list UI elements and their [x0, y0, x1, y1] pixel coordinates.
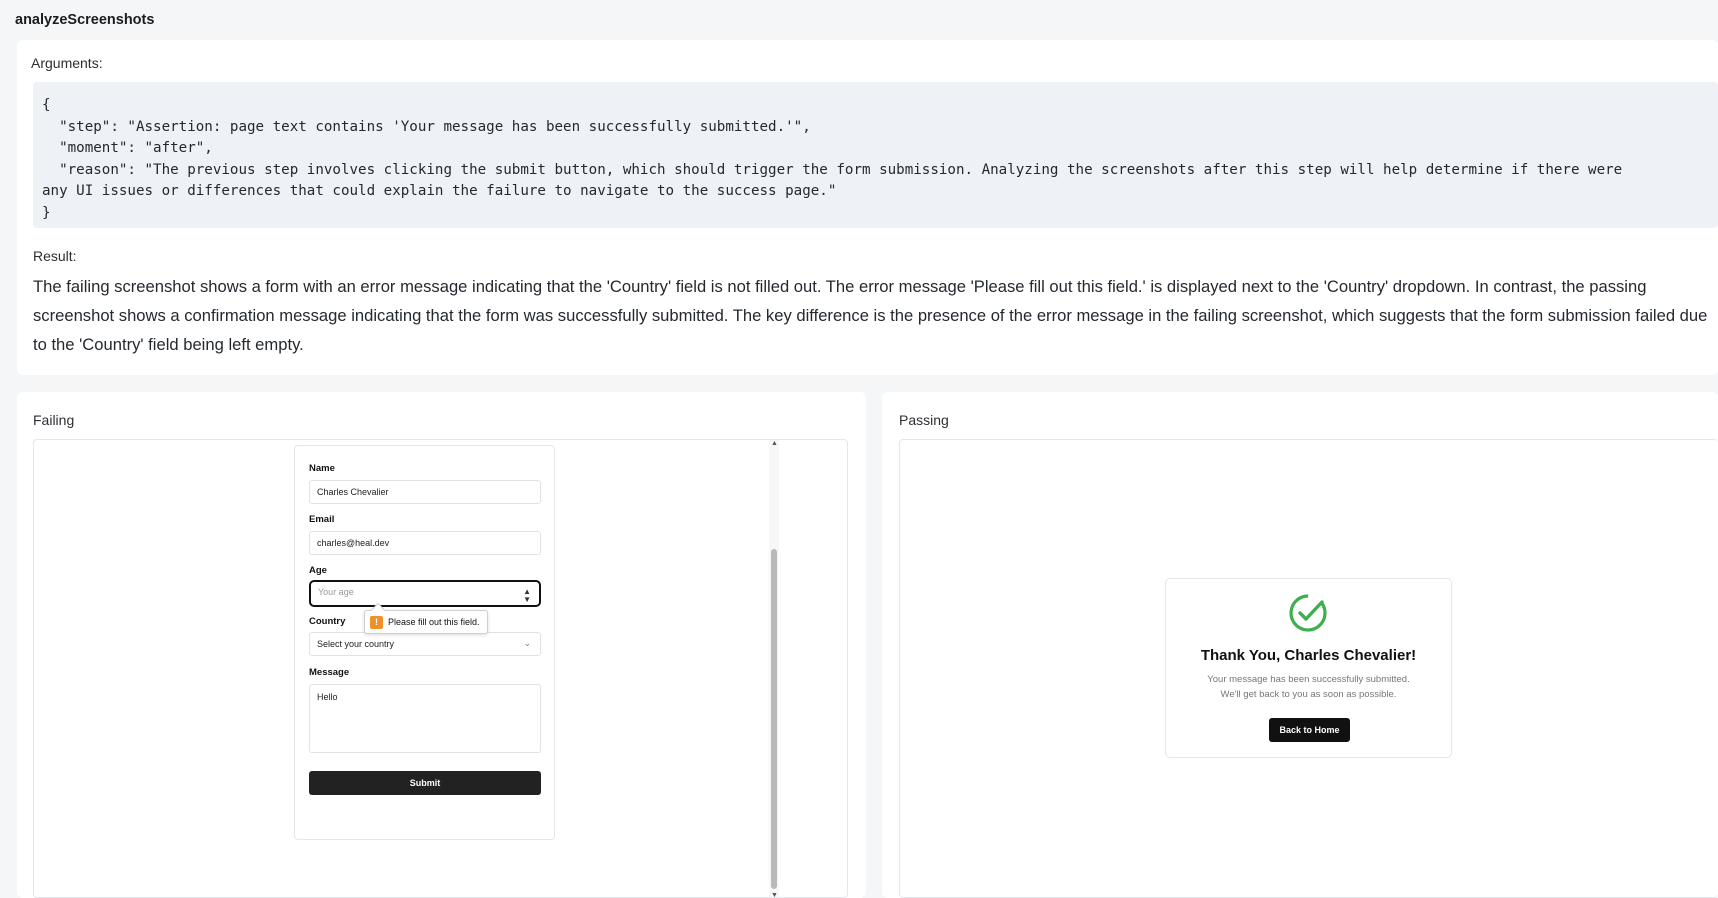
message-textarea[interactable]: Hello — [309, 684, 541, 753]
failing-label: Failing — [33, 412, 75, 428]
country-label: Country — [309, 616, 346, 627]
submit-button[interactable]: Submit — [309, 771, 541, 795]
age-label: Age — [309, 565, 327, 576]
code-line: { — [42, 97, 51, 113]
email-label: Email — [309, 514, 335, 525]
arguments-code-block: { "step": "Assertion: page text contains… — [33, 82, 1718, 228]
code-line: "step": "Assertion: page text contains '… — [42, 118, 811, 135]
chevron-down-icon: ⌄ — [523, 638, 531, 648]
followup-message: We'll get back to you as soon as possibl… — [1220, 689, 1397, 700]
tooltip-text: Please fill out this field. — [388, 617, 480, 627]
back-to-home-button[interactable]: Back to Home — [1269, 718, 1350, 742]
email-input[interactable]: charles@heal.dev — [309, 531, 541, 555]
scrollbar-thumb[interactable] — [771, 549, 777, 889]
success-card: Thank You, Charles Chevalier! Your messa… — [1165, 578, 1452, 758]
success-message: Your message has been successfully submi… — [1207, 674, 1410, 685]
name-label: Name — [309, 463, 335, 474]
scroll-down-icon[interactable]: ▼ — [771, 892, 778, 897]
check-circle-icon — [1289, 594, 1327, 632]
message-label: Message — [309, 667, 350, 678]
code-line: "moment": "after", — [42, 140, 213, 156]
scrollbar[interactable]: ▲ ▼ — [769, 440, 779, 897]
failing-screenshot: Name Charles Chevalier Email charles@hea… — [33, 439, 848, 898]
arguments-label: Arguments: — [31, 55, 103, 71]
tool-title: analyzeScreenshots — [15, 12, 155, 28]
name-input[interactable]: Charles Chevalier — [309, 480, 541, 504]
result-text: The failing screenshot shows a form with… — [33, 277, 1708, 354]
success-title: Thank You, Charles Chevalier! — [1200, 647, 1417, 664]
age-placeholder: Your age — [318, 587, 354, 597]
country-placeholder: Select your country — [317, 639, 395, 649]
code-line: any UI issues or differences that could … — [42, 183, 837, 199]
code-line: } — [42, 204, 51, 221]
passing-screenshot: Thank You, Charles Chevalier! Your messa… — [899, 439, 1718, 898]
contact-form: Name Charles Chevalier Email charles@hea… — [294, 445, 555, 840]
warning-icon: ! — [370, 616, 383, 629]
result-label: Result: — [33, 248, 77, 264]
age-input[interactable]: Your age ▲ ▼ — [309, 580, 541, 607]
code-line: "reason": "The previous step involves cl… — [42, 161, 1623, 178]
passing-label: Passing — [899, 412, 949, 428]
scroll-up-icon[interactable]: ▲ — [771, 440, 778, 447]
country-select[interactable]: Select your country ⌄ — [309, 632, 541, 656]
validation-tooltip: ! Please fill out this field. — [364, 602, 488, 634]
spinner-arrows-icon[interactable]: ▲ ▼ — [523, 588, 531, 604]
